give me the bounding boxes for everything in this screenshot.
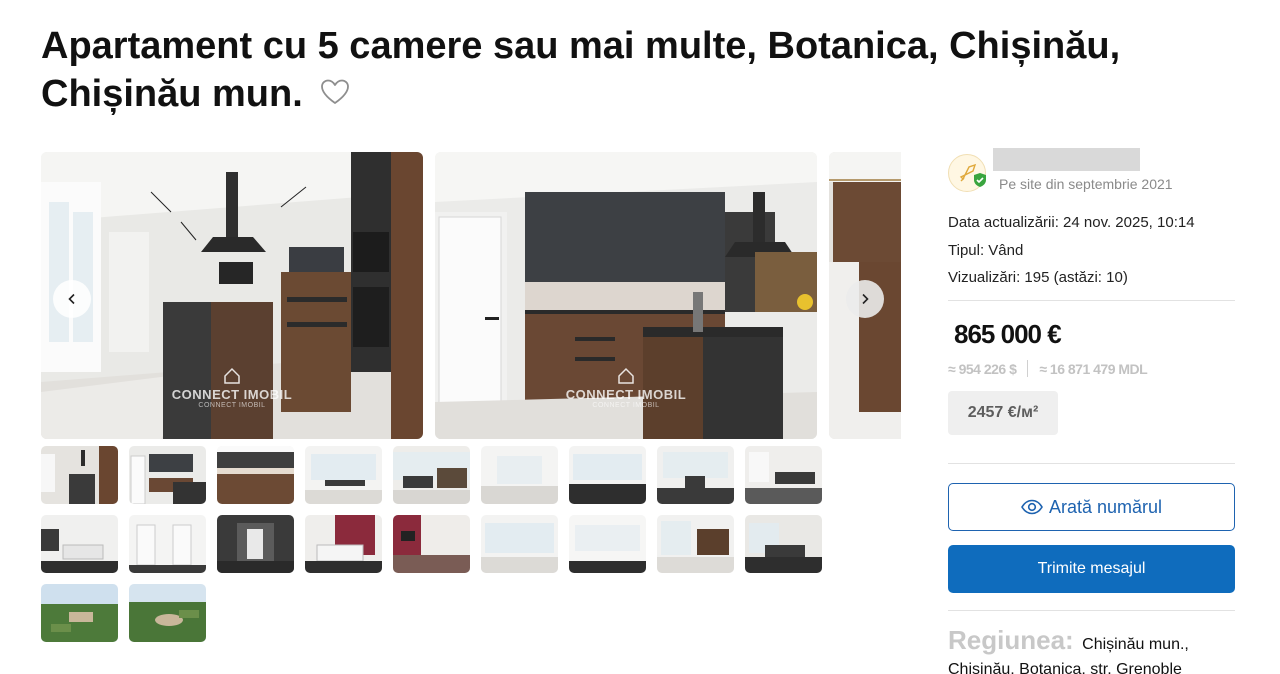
price-main: 865 000 € — [954, 319, 1062, 349]
thumbnail[interactable] — [657, 446, 734, 504]
price-per-sqm: 2457 €/м² — [948, 391, 1058, 435]
thumbnail[interactable] — [569, 515, 646, 573]
thumbnail[interactable] — [481, 446, 558, 504]
view-count: Vizualizări: 195 (astăzi: 10) — [948, 269, 1128, 286]
gallery-prev-button[interactable] — [53, 280, 91, 318]
divider — [948, 463, 1235, 464]
watermark: CONNECT IMOBIL CONNECT IMOBIL — [41, 367, 423, 409]
price-alternatives: ≈ 954 226 $ ≈ 16 871 479 MDL — [948, 360, 1148, 377]
thumbnail[interactable] — [41, 515, 118, 573]
listing-details: Data actualizării: 24 nov. 2025, 10:14 T… — [948, 209, 1195, 292]
gallery-next-button[interactable] — [846, 280, 884, 318]
chevron-right-icon — [862, 293, 869, 305]
thumbnail[interactable] — [393, 446, 470, 504]
thumbnail[interactable] — [481, 515, 558, 573]
listing-type: Tipul: Vând — [948, 241, 1024, 259]
show-number-button[interactable]: Arată numărul — [948, 483, 1235, 531]
region-label: Regiunea: — [948, 625, 1074, 655]
member-since: Pe site din septembrie 2021 — [999, 176, 1173, 192]
divider — [948, 300, 1235, 301]
chevron-left-icon — [68, 293, 75, 305]
thumbnail[interactable] — [129, 515, 206, 573]
divider — [948, 610, 1235, 611]
thumbnail[interactable] — [217, 446, 294, 504]
updated-date: Data actualizării: 24 nov. 2025, 10:14 — [948, 214, 1195, 231]
gallery-photo[interactable]: CONNECT IMOBIL CONNECT IMOBIL — [41, 152, 423, 439]
price-mdl: ≈ 16 871 479 MDL — [1039, 361, 1148, 377]
listing-title: Apartament cu 5 camere sau mai multe, Bo… — [41, 25, 1121, 115]
gallery-photo[interactable]: CONNECT IMOBIL CONNECT IMOBIL — [435, 152, 817, 439]
thumbnail[interactable] — [217, 515, 294, 573]
send-message-button[interactable]: Trimite mesajul — [948, 545, 1235, 593]
seller-name-placeholder[interactable] — [993, 148, 1140, 171]
heart-icon[interactable] — [319, 76, 351, 108]
watermark: CONNECT IMOBIL CONNECT IMOBIL — [435, 367, 817, 409]
photo-gallery[interactable]: CONNECT IMOBIL CONNECT IMOBIL CONNECT IM… — [41, 152, 901, 439]
page-title: Apartament cu 5 camere sau mai multe, Bo… — [41, 22, 1161, 118]
show-number-label: Arată numărul — [1048, 496, 1163, 517]
thumbnail[interactable] — [41, 446, 118, 504]
thumbnail[interactable] — [41, 584, 118, 642]
thumbnail[interactable] — [569, 446, 646, 504]
thumbnail[interactable] — [745, 515, 822, 573]
thumbnail[interactable] — [393, 515, 470, 573]
thumbnail[interactable] — [745, 446, 822, 504]
eye-icon — [1021, 499, 1043, 515]
thumbnail[interactable] — [129, 446, 206, 504]
divider — [1027, 360, 1029, 377]
thumbnail[interactable] — [129, 584, 206, 642]
thumbnail[interactable] — [657, 515, 734, 573]
price-usd: ≈ 954 226 $ — [948, 361, 1017, 377]
region-info: Regiunea: Chișinău mun., Chișinău, Botan… — [948, 625, 1235, 674]
thumbnail[interactable] — [305, 446, 382, 504]
verified-shield-icon — [974, 173, 986, 187]
thumbnail[interactable] — [305, 515, 382, 573]
